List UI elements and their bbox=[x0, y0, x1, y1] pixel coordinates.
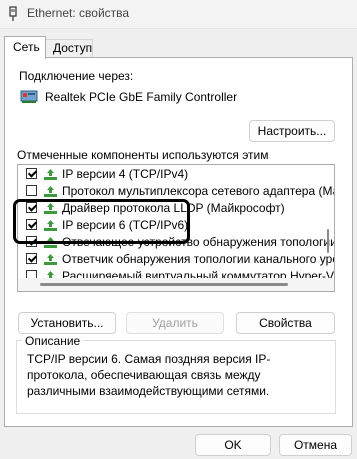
ok-button[interactable]: OK bbox=[195, 434, 271, 456]
network-protocol-icon bbox=[44, 186, 57, 197]
component-label: Ответчик обнаружения топологии канальног… bbox=[62, 252, 335, 266]
tab-access[interactable]: Доступ bbox=[44, 39, 93, 58]
component-checkbox[interactable] bbox=[26, 253, 37, 264]
list-item[interactable]: Протокол мультиплексора сетевого адаптер… bbox=[18, 183, 335, 200]
description-text: TCP/IP версии 6. Самая поздняя версия IP… bbox=[27, 352, 271, 398]
tab-access-label: Доступ bbox=[53, 41, 93, 55]
properties-button[interactable]: Свойства bbox=[236, 312, 335, 334]
component-checkbox[interactable] bbox=[26, 168, 37, 179]
scrollbar-thumb[interactable] bbox=[40, 283, 288, 286]
description-legend: Описание bbox=[22, 334, 84, 348]
tab-network[interactable]: Сеть bbox=[4, 36, 46, 59]
component-checkbox[interactable] bbox=[26, 185, 37, 196]
horizontal-scrollbar[interactable] bbox=[18, 278, 334, 291]
component-label: Протокол мультиплексора сетевого адаптер… bbox=[62, 184, 335, 198]
ethernet-icon bbox=[9, 6, 17, 21]
connect-using-label: Подключение через: bbox=[19, 69, 134, 83]
remove-button[interactable]: Удалить bbox=[126, 312, 224, 334]
vertical-scrollbar[interactable] bbox=[327, 229, 329, 253]
network-protocol-icon bbox=[44, 169, 57, 180]
install-button[interactable]: Установить... bbox=[18, 312, 116, 334]
adapter-name: Realtek PCIe GbE Family Controller bbox=[45, 90, 238, 104]
tab-network-label: Сеть bbox=[13, 40, 40, 54]
window-title: Ethernet: свойства bbox=[27, 6, 130, 20]
component-label: IP версии 4 (TCP/IPv4) bbox=[62, 167, 189, 181]
cancel-button[interactable]: Отмена bbox=[279, 434, 352, 456]
list-item[interactable]: IP версии 4 (TCP/IPv4) bbox=[18, 166, 334, 183]
network-adapter-icon bbox=[20, 90, 38, 103]
title-bar: Ethernet: свойства bbox=[0, 0, 357, 29]
list-item[interactable]: Ответчик обнаружения топологии канальног… bbox=[18, 251, 335, 268]
highlight-frame bbox=[13, 199, 190, 244]
network-protocol-icon bbox=[44, 254, 57, 265]
configure-button[interactable]: Настроить... bbox=[249, 120, 335, 142]
